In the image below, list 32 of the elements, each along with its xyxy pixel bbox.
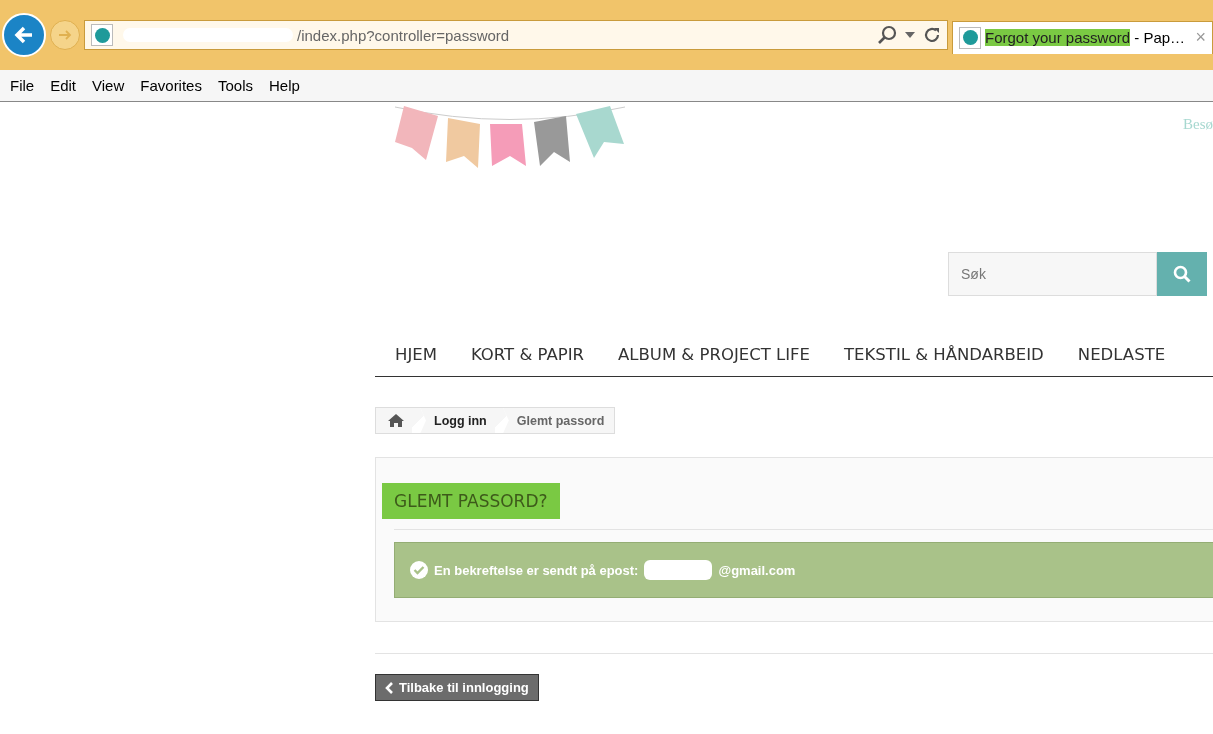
- refresh-icon[interactable]: [923, 26, 941, 44]
- menu-item[interactable]: File: [2, 77, 43, 94]
- home-icon[interactable]: [388, 414, 404, 427]
- nav-link[interactable]: TEKSTIL & HÅNDARBEID: [844, 344, 1044, 364]
- check-circle-icon: [410, 561, 428, 579]
- arrow-left-icon: [13, 24, 35, 46]
- search-icon: [1173, 265, 1191, 283]
- nav-link[interactable]: ALBUM & PROJECT LIFE: [618, 344, 810, 364]
- page-heading: GLEMT PASSORD?: [382, 483, 560, 519]
- site-icon: [959, 26, 981, 49]
- site-icon: [91, 24, 113, 46]
- menu-item[interactable]: Help: [261, 77, 308, 94]
- menu-item[interactable]: Tools: [209, 77, 261, 94]
- menu-item[interactable]: Edit: [42, 77, 85, 94]
- menu-item[interactable]: Favorites: [132, 77, 210, 94]
- nav-link[interactable]: KORT & PAPIR: [470, 344, 584, 364]
- address-bar[interactable]: /index.php?controller=password: [84, 20, 948, 50]
- back-button[interactable]: [2, 13, 46, 57]
- search-field[interactable]: Søk: [948, 252, 1157, 296]
- redaction-mark: [644, 560, 713, 580]
- back-to-login-button[interactable]: Tilbake til innlogging: [375, 674, 539, 701]
- alert-message: En bekreftelse er sendt på epost:: [434, 562, 639, 578]
- breadcrumb-link[interactable]: Glemt passord: [516, 413, 605, 428]
- search-icon[interactable]: [877, 25, 897, 45]
- email-text: @gmail.com: [718, 562, 796, 578]
- dropdown-caret-icon[interactable]: [905, 32, 915, 38]
- chevron-left-icon: [385, 681, 394, 694]
- menu-item[interactable]: View: [84, 77, 133, 94]
- nav-link[interactable]: NEDLASTE: [1077, 344, 1166, 364]
- breadcrumb-link[interactable]: Logg inn: [434, 413, 487, 428]
- nav-link[interactable]: HJEM: [395, 344, 437, 364]
- browser-tab[interactable]: Forgot your password - Pap… ×: [952, 20, 1213, 54]
